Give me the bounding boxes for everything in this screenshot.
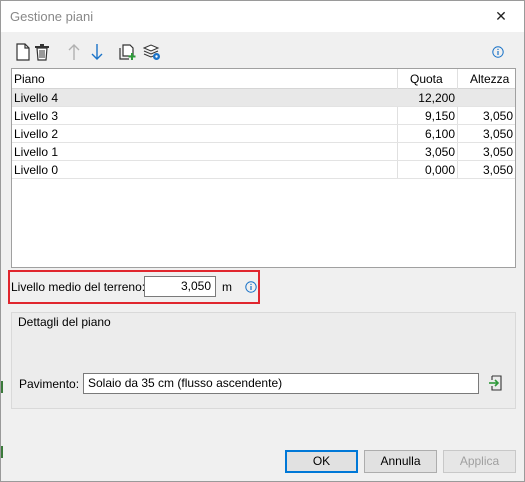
delete-icon — [35, 44, 49, 61]
info-icon — [245, 281, 257, 293]
cell-altezza: 3,050 — [482, 145, 513, 159]
cancel-button[interactable]: Annulla — [364, 450, 437, 473]
copy-level-button[interactable] — [117, 41, 139, 63]
header-piano[interactable]: Piano — [14, 70, 45, 88]
layers-settings-icon — [143, 44, 160, 60]
floor-select-button[interactable] — [487, 374, 505, 392]
group-title: Dettagli del piano — [18, 315, 111, 329]
table-row[interactable]: Livello 0 0,000 3,050 — [12, 161, 515, 179]
move-up-icon — [68, 44, 80, 60]
cell-name: Livello 3 — [14, 109, 59, 123]
floor-label: Pavimento: — [19, 377, 80, 391]
move-up-button[interactable] — [63, 41, 85, 63]
terrain-info-button[interactable] — [244, 280, 258, 294]
cell-name: Livello 2 — [14, 127, 59, 141]
terrain-unit: m — [222, 280, 232, 294]
cell-quota: 0,000 — [424, 163, 455, 177]
new-document-icon — [16, 43, 30, 61]
terrain-label: Livello medio del terreno: — [11, 280, 146, 294]
cell-quota: 12,200 — [418, 91, 455, 105]
help-button[interactable] — [491, 45, 505, 59]
move-down-button[interactable] — [86, 41, 108, 63]
table-row[interactable]: Livello 1 3,050 3,050 — [12, 143, 515, 161]
floor-field[interactable]: Solaio da 35 cm (flusso ascendente) — [83, 373, 479, 394]
cell-name: Livello 4 — [14, 91, 59, 105]
header-altezza[interactable]: Altezza — [470, 70, 509, 88]
cell-quota: 6,100 — [424, 127, 455, 141]
info-icon — [492, 46, 504, 58]
edge-mark — [1, 381, 3, 393]
table-row[interactable]: Livello 4 12,200 — [12, 89, 515, 107]
import-icon — [489, 375, 502, 391]
edge-mark — [1, 446, 3, 458]
delete-level-button[interactable] — [31, 41, 53, 63]
close-button[interactable]: ✕ — [478, 1, 524, 32]
title-bar: Gestione piani ✕ — [1, 1, 524, 32]
table-row[interactable]: Livello 2 6,100 3,050 — [12, 125, 515, 143]
level-details-group: Dettagli del piano Pavimento: Solaio da … — [11, 312, 516, 409]
header-quota[interactable]: Quota — [410, 70, 443, 88]
cell-quota: 9,150 — [424, 109, 455, 123]
cell-altezza: 3,050 — [482, 163, 513, 177]
close-icon: ✕ — [495, 8, 507, 24]
move-down-icon — [91, 44, 103, 60]
cell-altezza: 3,050 — [482, 109, 513, 123]
cell-altezza: 3,050 — [482, 127, 513, 141]
ok-button[interactable]: OK — [285, 450, 358, 473]
table-row[interactable]: Livello 3 9,150 3,050 — [12, 107, 515, 125]
toolbar — [11, 41, 516, 63]
terrain-level-input[interactable]: 3,050 — [144, 276, 216, 297]
window-title: Gestione piani — [10, 9, 94, 24]
table-header: Piano Quota Altezza — [12, 69, 515, 89]
add-copy-icon — [119, 44, 136, 60]
cell-quota: 3,050 — [424, 145, 455, 159]
layer-settings-button[interactable] — [141, 41, 163, 63]
cell-name: Livello 1 — [14, 145, 59, 159]
cell-name: Livello 0 — [14, 163, 59, 177]
levels-table[interactable]: Piano Quota Altezza Livello 4 12,200 Liv… — [11, 68, 516, 268]
apply-button[interactable]: Applica — [443, 450, 516, 473]
dialog-window: Gestione piani ✕ Piano Quota Altezza Liv… — [0, 0, 525, 482]
